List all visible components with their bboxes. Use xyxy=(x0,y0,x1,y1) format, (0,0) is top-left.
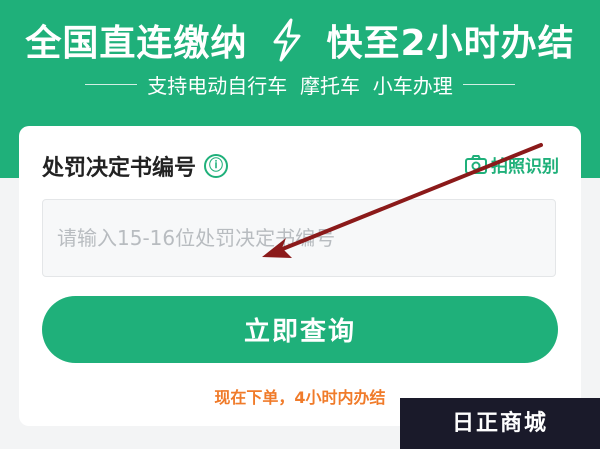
banner-subtitle: 支持电动自行车 摩托车 小车办理 xyxy=(147,74,453,98)
watermark-text: 日正商城 xyxy=(451,411,548,436)
field-label: 处罚决定书编号 xyxy=(42,156,197,181)
banner-title: 全国直连缴纳 快至2小时办结 xyxy=(0,14,600,66)
banner-title-right: 快至2小时办结 xyxy=(326,23,575,64)
banner-subtitle-row: 支持电动自行车 摩托车 小车办理 xyxy=(0,70,600,99)
watermark-logo: 日正商城 xyxy=(400,398,600,449)
camera-icon xyxy=(465,155,487,174)
query-card: 处罚决定书编号ⓘ 拍照识别 立即查询 现在下单，4小时内办结 xyxy=(19,126,581,426)
photo-recognize-label: 拍照识别 xyxy=(491,157,559,177)
divider xyxy=(462,84,515,85)
info-icon[interactable]: ⓘ xyxy=(204,154,229,178)
lightning-icon xyxy=(273,18,301,62)
query-button[interactable]: 立即查询 xyxy=(42,296,558,363)
decision-number-input[interactable] xyxy=(42,199,556,277)
field-label-row: 处罚决定书编号 ⓘ xyxy=(42,150,229,182)
photo-recognize-button[interactable]: 拍照识别 xyxy=(465,152,559,177)
divider xyxy=(85,84,138,85)
banner-title-left: 全国直连缴纳 xyxy=(25,23,248,64)
